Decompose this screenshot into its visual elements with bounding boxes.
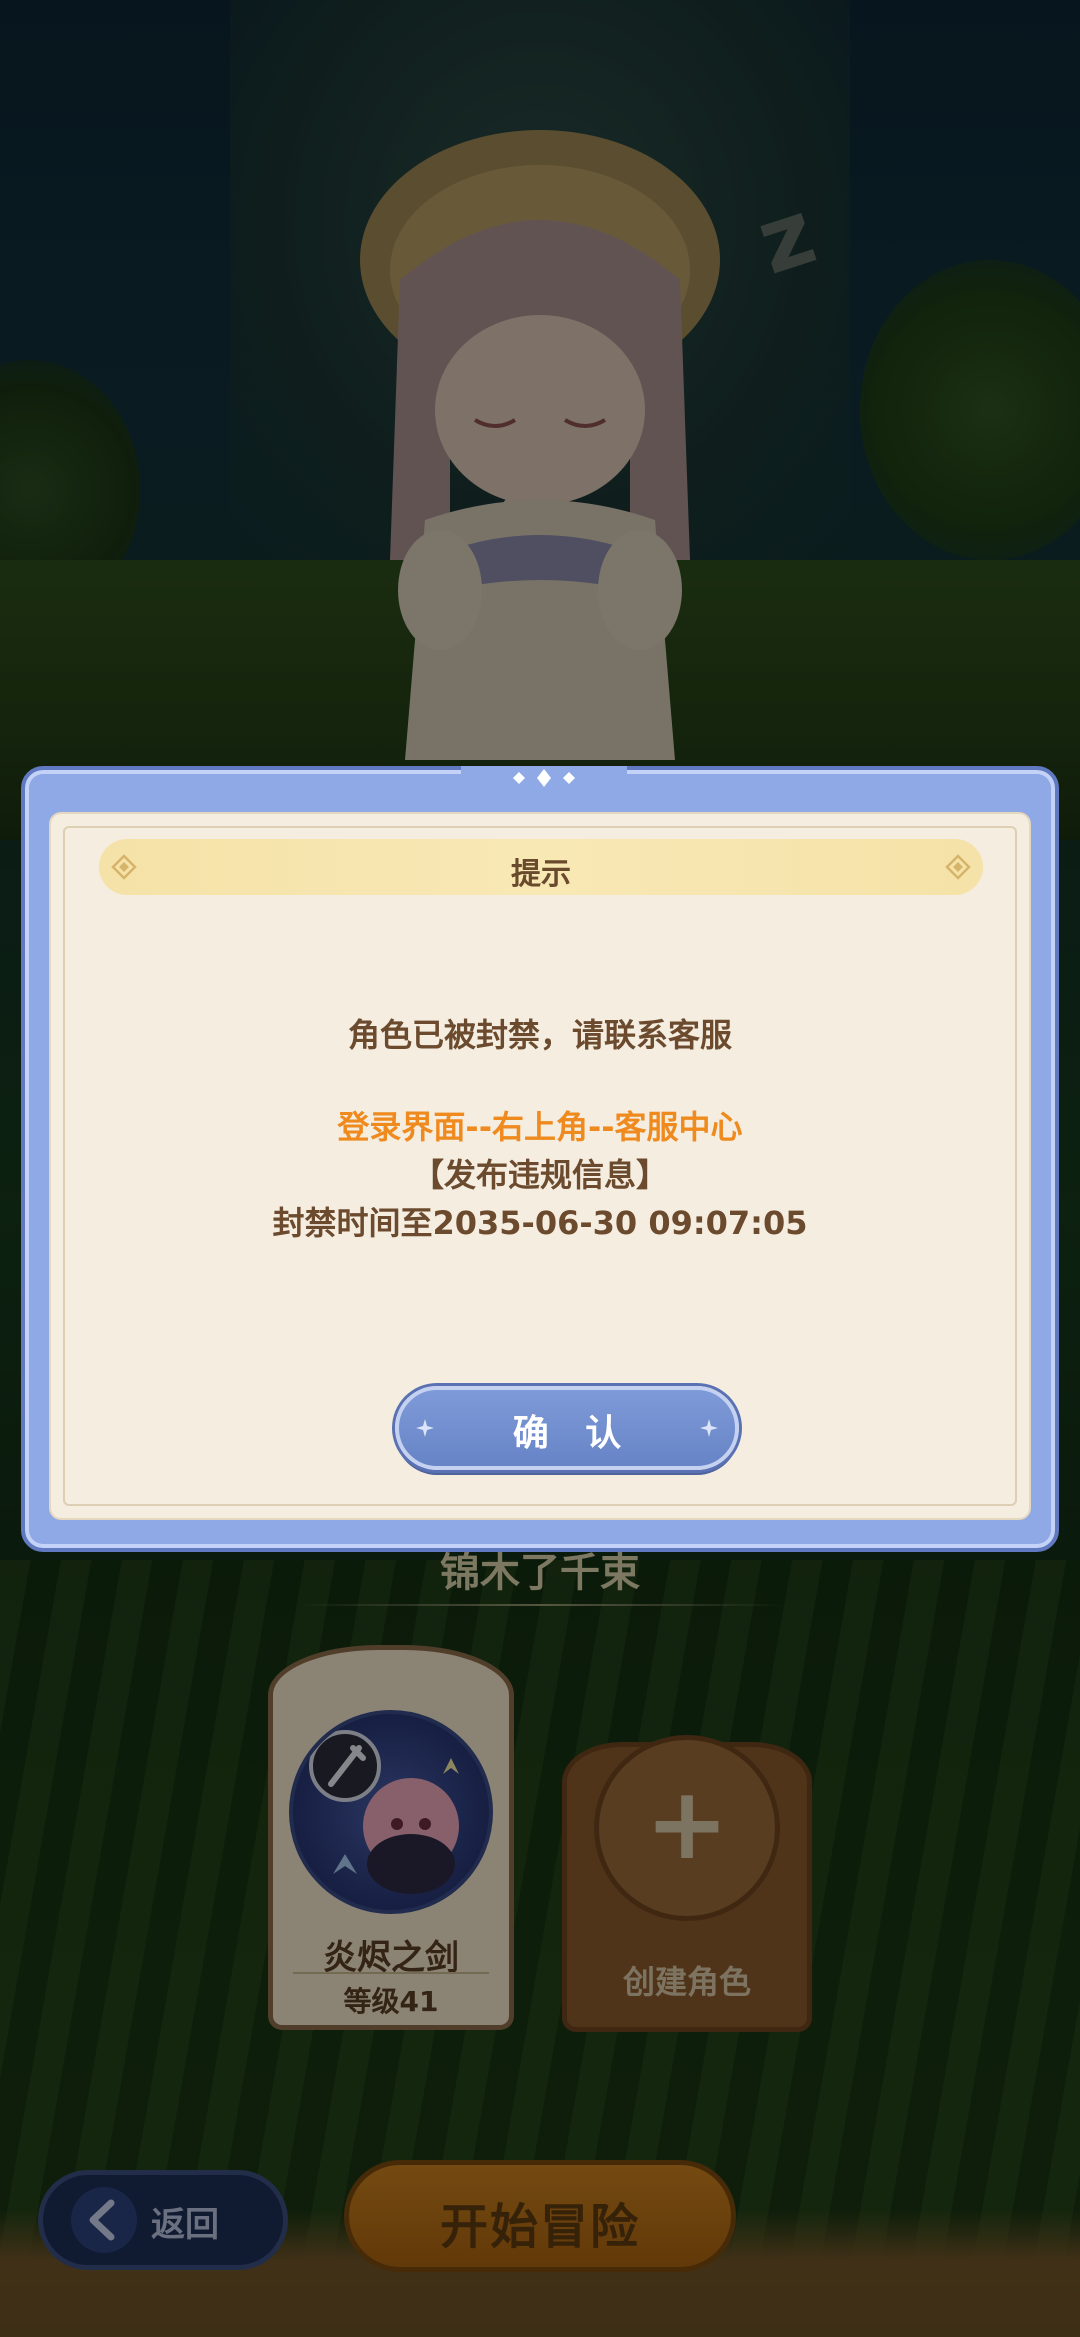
notice-dialog: 提示 角色已被封禁，请联系客服 登录界面--右上角--客服中心 【发布违规信息】… [21, 766, 1059, 1552]
dialog-top-ornament [461, 766, 627, 800]
confirm-button[interactable]: 确 认 [395, 1386, 739, 1470]
confirm-label: 确 认 [512, 1413, 634, 1454]
sparkle-icon [700, 1419, 718, 1437]
support-path-text: 登录界面--右上角--客服中心 [337, 1108, 743, 1146]
ban-expiry-time: 封禁时间至2035-06-30 09:07:05 [272, 1204, 808, 1242]
ban-message: 角色已被封禁，请联系客服 [347, 1016, 732, 1054]
dialog-body: 提示 角色已被封禁，请联系客服 登录界面--右上角--客服中心 【发布违规信息】… [49, 812, 1031, 1520]
dialog-title: 提示 [511, 857, 571, 892]
diamond-ornament-icon [945, 854, 971, 880]
dialog-title-bar: 提示 [99, 839, 983, 895]
ban-reason: 【发布违规信息】 [411, 1156, 668, 1194]
